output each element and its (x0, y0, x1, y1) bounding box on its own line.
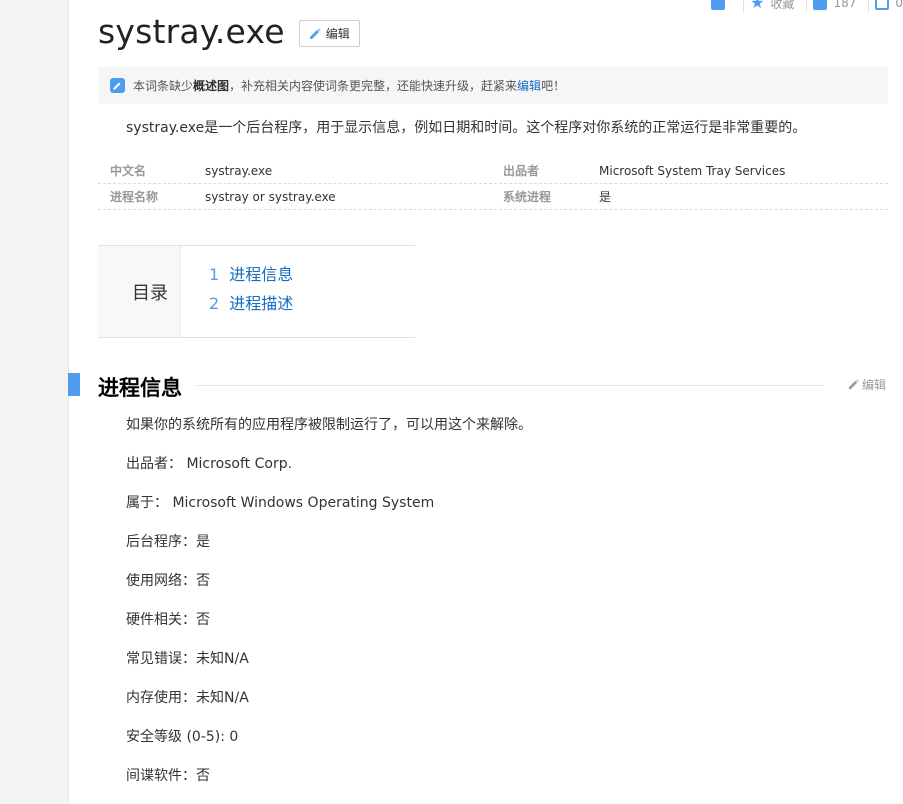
like-count: 187 (833, 0, 857, 10)
info-key: 出品者 (503, 164, 540, 178)
star-icon: ★ (750, 0, 765, 12)
section-paragraph: 属于： Microsoft Windows Operating System (126, 495, 435, 511)
notice-middle: ，补充相关内容使词条更完整，还能快速升级，赶紧来 (229, 79, 518, 93)
section-paragraph: 常见错误：未知N/A (126, 651, 249, 667)
title-row: systray.exe 编辑 (98, 12, 360, 51)
pencil-icon (848, 379, 859, 390)
share-icon (875, 0, 890, 10)
info-value: 是 (599, 190, 612, 204)
toc-item-text: 进程描述 (229, 294, 294, 313)
toc-list: 1 进程信息 2 进程描述 (181, 246, 293, 337)
info-value: systray.exe (205, 163, 273, 178)
basic-info-table: 中文名 systray.exe 出品者 Microsoft System Tra… (98, 158, 888, 210)
toc-item-number: 2 (209, 294, 220, 313)
section-accent-bar (68, 373, 80, 396)
like-tool[interactable]: 187 (807, 0, 870, 12)
section-edit-label: 编辑 (862, 378, 887, 392)
summary-text: systray.exe是一个后台程序，用于显示信息，例如日期和时间。这个程序对你… (126, 120, 807, 136)
section-title: 进程信息 (98, 372, 192, 402)
collect-label: 收藏 (770, 0, 795, 11)
info-value: Microsoft System Tray Services (599, 163, 786, 178)
section-paragraph: 后台程序：是 (126, 534, 210, 550)
share-count: 0 (895, 0, 903, 10)
notice-prefix: 本词条缺少 (133, 79, 194, 93)
section-paragraph: 如果你的系统所有的应用程序被限制运行了，可以用这个来解除。 (126, 417, 532, 433)
plus-icon (711, 0, 726, 10)
section-edit-link[interactable]: 编辑 (848, 376, 886, 393)
left-gutter (0, 0, 69, 804)
table-of-contents: 目录 1 进程信息 2 进程描述 (98, 245, 415, 338)
toc-item-process-info[interactable]: 1 进程信息 (209, 264, 293, 293)
top-toolbar: ★ 收藏 187 0 (705, 0, 903, 12)
section-paragraph: 硬件相关：否 (126, 612, 210, 628)
pencil-icon (309, 28, 321, 39)
section-paragraph: 间谍软件：否 (126, 768, 210, 784)
section-divider (196, 385, 824, 386)
info-row: 进程名称 systray or systray.exe 系统进程 是 (98, 184, 888, 210)
share-tool[interactable]: 0 (869, 0, 903, 12)
info-key: 进程名称 (110, 190, 159, 204)
info-value: systray or systray.exe (205, 189, 336, 204)
section-paragraph: 使用网络：否 (126, 573, 210, 589)
section-paragraph: 内存使用：未知N/A (126, 690, 249, 706)
section-paragraph: 出品者： Microsoft Corp. (126, 456, 293, 472)
notice-suffix: 吧！ (541, 79, 566, 93)
toc-item-process-description[interactable]: 2 进程描述 (209, 293, 293, 322)
page-title: systray.exe (98, 12, 285, 51)
info-key: 中文名 (110, 164, 147, 178)
notice-edit-link[interactable]: 编辑 (517, 77, 541, 94)
section-paragraph: 安全等级 (0-5): 0 (126, 729, 239, 745)
notice-banner: 本词条缺少 概述图 ，补充相关内容使词条更完整，还能快速升级，赶紧来 编辑 吧！ (98, 67, 888, 104)
notice-bold: 概述图 (193, 79, 230, 93)
info-row: 中文名 systray.exe 出品者 Microsoft System Tra… (98, 158, 888, 184)
edit-button-label: 编辑 (325, 27, 350, 41)
toc-item-text: 进程信息 (229, 265, 294, 284)
info-key: 系统进程 (503, 190, 552, 204)
thumbs-up-icon (813, 0, 828, 10)
edit-button[interactable]: 编辑 (298, 20, 360, 47)
edit-notice-icon (110, 78, 125, 93)
add-tool[interactable] (705, 0, 745, 12)
toc-label: 目录 (98, 246, 181, 337)
collect-tool[interactable]: ★ 收藏 (744, 0, 808, 12)
toc-item-number: 1 (209, 265, 220, 284)
